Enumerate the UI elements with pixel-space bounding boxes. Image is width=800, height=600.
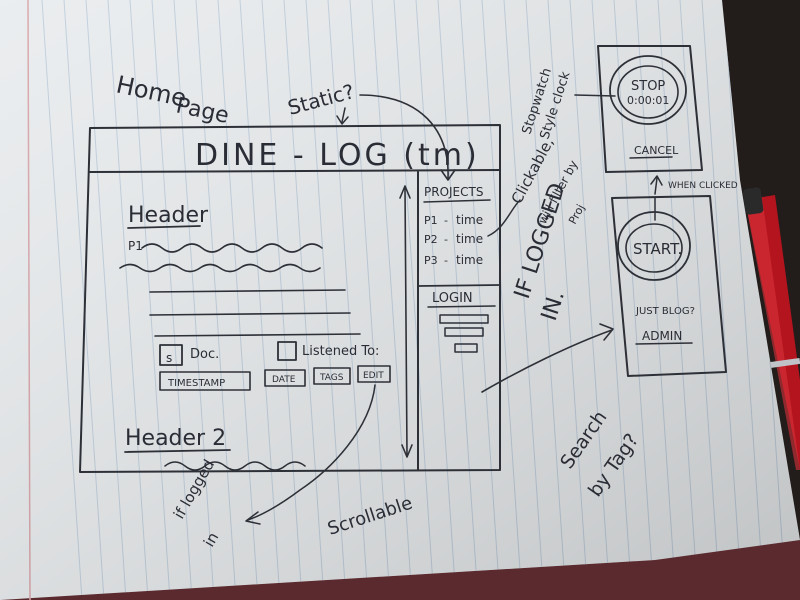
- edit-button-label: EDIT: [363, 371, 384, 381]
- project-separator: -: [444, 254, 448, 267]
- timestamp-button-label: TIMESTAMP: [167, 378, 225, 389]
- page-title: DINE - LOG (tm): [195, 138, 480, 173]
- project-time: time: [456, 253, 483, 267]
- header-2: Header 2: [125, 426, 226, 451]
- notebook-photo: DINE - LOG (tm) Header P1 s Doc. Listene…: [0, 0, 800, 600]
- project-separator: -: [444, 214, 448, 227]
- cancel-button-label: CANCEL: [634, 144, 679, 157]
- login-heading: LOGIN: [432, 291, 473, 306]
- projects-heading: PROJECTS: [424, 185, 483, 199]
- project-name: P1: [424, 214, 438, 227]
- start-button-label: START.: [633, 240, 682, 258]
- project-separator: -: [444, 233, 448, 246]
- tags-button-label: TAGS: [319, 373, 344, 383]
- project-time: time: [456, 232, 483, 246]
- admin-button-label: ADMIN: [642, 329, 682, 343]
- just-blog-label: JUST BLOG?: [635, 306, 695, 317]
- login-heading-underline: [427, 305, 496, 308]
- project-time: time: [456, 213, 483, 227]
- login-divider: [417, 284, 501, 287]
- header-1: Header: [128, 203, 209, 228]
- doc-checkbox-label: Doc.: [190, 347, 219, 362]
- stopwatch-time: 0:00:01: [627, 94, 669, 107]
- listened-checkbox-label: Listened To:: [302, 344, 379, 359]
- stop-button-label: STOP: [631, 79, 665, 94]
- header-1-sub: P1: [128, 239, 143, 253]
- project-name: P2: [424, 233, 438, 246]
- cancel-button[interactable]: CANCEL: [629, 144, 679, 159]
- when-clicked-text: WHEN CLICKED: [668, 181, 738, 191]
- doc-checkbox-mark: s: [166, 351, 172, 365]
- date-button-label: DATE: [272, 375, 296, 385]
- project-name: P3: [424, 254, 438, 267]
